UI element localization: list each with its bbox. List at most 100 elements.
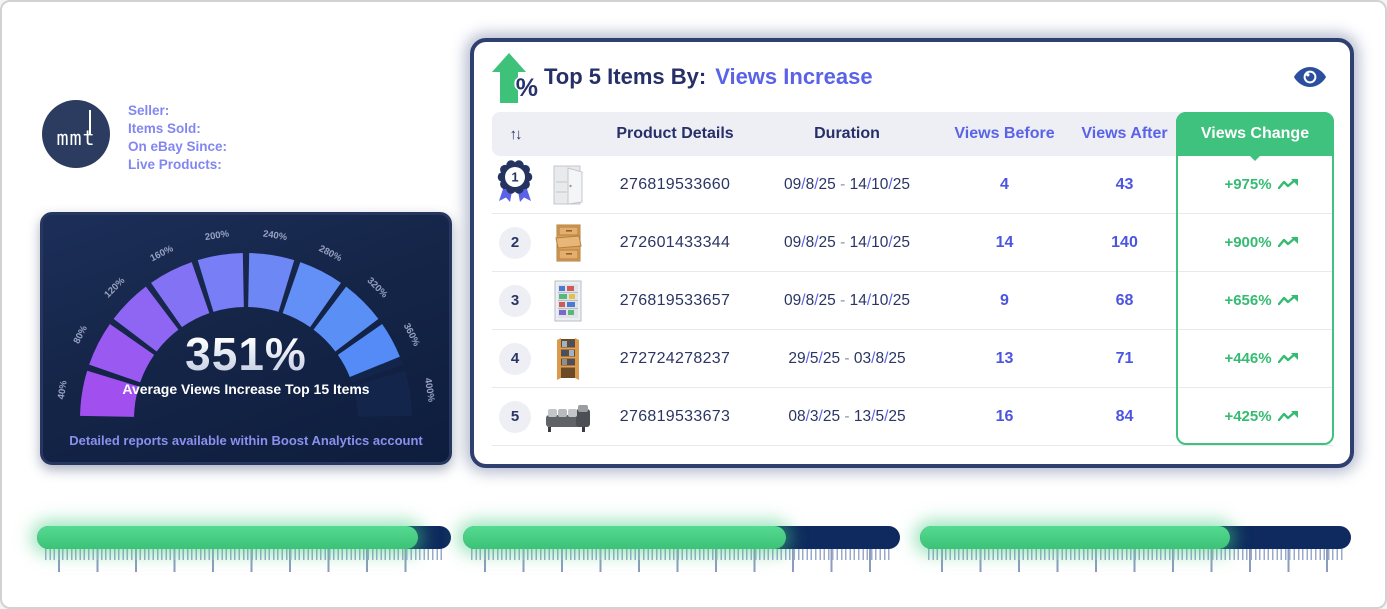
slider-fill[interactable] [920, 526, 1230, 549]
duration: 08/3/25 - 13/5/25 [752, 408, 942, 426]
product-image-cell [538, 162, 598, 208]
views-before-value: 4 [942, 176, 1067, 194]
product-image-cell [538, 278, 598, 324]
views-after-value: 140 [1067, 234, 1182, 252]
duration: 29/5/25 - 03/8/25 [752, 350, 942, 368]
trending-up-icon [1278, 352, 1298, 365]
live-products-label: Live Products: [128, 156, 227, 174]
trending-up-icon [1278, 410, 1298, 423]
views-after-value: 43 [1067, 176, 1182, 194]
views-before-value: 9 [942, 292, 1067, 310]
rank-cell: 5 [492, 401, 538, 433]
seller-info: mmt Seller: Items Sold: On eBay Since: L… [42, 100, 227, 174]
table-row: 3 276819533657 09/ [492, 272, 1334, 330]
eye-icon[interactable] [1294, 66, 1326, 88]
product-image-wooden-drawer-unit [548, 220, 588, 266]
views-before-value: 14 [942, 234, 1067, 252]
column-product-details: Product Details [598, 125, 752, 143]
column-duration: Duration [752, 125, 942, 143]
views-after-value: 68 [1067, 292, 1182, 310]
views-before-value: 13 [942, 350, 1067, 368]
progress-slider-1[interactable] [37, 526, 451, 549]
card-header: % Top 5 Items By: Views Increase [474, 42, 1350, 112]
seller-labels: Seller: Items Sold: On eBay Since: Live … [128, 100, 227, 174]
table-row: 5 276819533673 08/3/25 - 13/5/25 16 [492, 388, 1334, 446]
svg-text:280%: 280% [317, 243, 344, 264]
product-image-cell [538, 336, 598, 382]
slider-fill[interactable] [37, 526, 418, 549]
views-after-value: 84 [1067, 408, 1182, 426]
trending-up-icon [1278, 178, 1298, 191]
product-image-stocked-cabinet [548, 278, 588, 324]
duration: 09/8/25 - 14/10/25 [752, 176, 942, 194]
product-image-cell [538, 220, 598, 266]
gauge-caption: Detailed reports available within Boost … [43, 433, 449, 448]
product-image-wooden-bookcase [548, 336, 588, 382]
views-change-value: +425% [1224, 408, 1271, 425]
item-number: 272601433344 [598, 234, 752, 252]
views-after-value: 71 [1067, 350, 1182, 368]
top5-table: ↑↓ Product Details Duration Views Before… [492, 112, 1334, 446]
views-change-cell: +425% [1182, 408, 1340, 425]
on-ebay-since-label: On eBay Since: [128, 138, 227, 156]
progress-slider-3[interactable] [920, 526, 1351, 549]
seller-label: Seller: [128, 102, 227, 120]
svg-text:1: 1 [511, 170, 518, 185]
table-header-row: ↑↓ Product Details Duration Views Before… [492, 112, 1334, 156]
rank-badge: 2 [499, 227, 531, 259]
svg-text:240%: 240% [262, 228, 288, 243]
sort-icon[interactable]: ↑↓ [492, 126, 538, 143]
svg-text:120%: 120% [102, 275, 127, 300]
views-change-value: +446% [1224, 350, 1271, 367]
rank-badge: 5 [499, 401, 531, 433]
views-before-value: 16 [942, 408, 1067, 426]
slider-fill[interactable] [463, 526, 786, 549]
item-number: 276819533673 [598, 408, 752, 426]
progress-slider-2[interactable] [463, 526, 900, 549]
views-change-cell: +446% [1182, 350, 1340, 367]
percent-up-arrow-icon: % [492, 51, 534, 103]
gauge-subtitle: Average Views Increase Top 15 Items [43, 381, 449, 397]
average-views-gauge-panel: 40%80%120%160%200%240%280%320%360%400% 3… [40, 212, 452, 465]
card-title-metric-selector[interactable]: Views Increase [715, 64, 872, 90]
rank-cell: 4 [492, 343, 538, 375]
rank-cell: 1 [492, 159, 538, 210]
views-change-cell: +975% [1182, 176, 1340, 193]
table-row: 2 272601433344 09/8/25 - 14/10/25 14 140 [492, 214, 1334, 272]
rank-1-rosette-badge: 1 [496, 159, 534, 205]
rank-badge: 3 [499, 285, 531, 317]
product-image-cell [538, 397, 598, 437]
views-change-value: +975% [1224, 176, 1271, 193]
rank-cell: 2 [492, 227, 538, 259]
table-row: 4 272724278237 29/ [492, 330, 1334, 388]
svg-text:320%: 320% [365, 275, 390, 300]
table-row: 1 276819533660 09/8/25 - 14/10/25 4 43 [492, 156, 1334, 214]
views-change-cell: +656% [1182, 292, 1340, 309]
item-number: 272724278237 [598, 350, 752, 368]
card-title: Top 5 Items By: [544, 64, 706, 90]
views-change-value: +900% [1224, 234, 1271, 251]
product-image-corner-sofa [544, 397, 592, 437]
views-change-cell: +900% [1182, 234, 1340, 251]
rank-cell: 3 [492, 285, 538, 317]
logo-ascender [89, 110, 91, 134]
top5-items-card: % Top 5 Items By: Views Increase ↑↓ Prod… [470, 38, 1354, 468]
svg-text:200%: 200% [204, 228, 230, 243]
trending-up-icon [1278, 294, 1298, 307]
dashboard-page: mmt Seller: Items Sold: On eBay Since: L… [0, 0, 1387, 609]
column-views-before: Views Before [942, 125, 1067, 143]
mmt-logo: mmt [42, 100, 110, 168]
svg-text:160%: 160% [148, 243, 175, 264]
item-number: 276819533657 [598, 292, 752, 310]
items-sold-label: Items Sold: [128, 120, 227, 138]
trending-up-icon [1278, 236, 1298, 249]
column-views-after: Views After [1067, 125, 1182, 143]
rank-badge: 4 [499, 343, 531, 375]
percent-sign: % [516, 74, 538, 103]
views-change-value: +656% [1224, 292, 1271, 309]
item-number: 276819533660 [598, 176, 752, 194]
duration: 09/8/25 - 14/10/25 [752, 234, 942, 252]
gauge-value: 351% [43, 327, 449, 381]
product-image-white-cabinet [548, 162, 588, 208]
duration: 09/8/25 - 14/10/25 [752, 292, 942, 310]
